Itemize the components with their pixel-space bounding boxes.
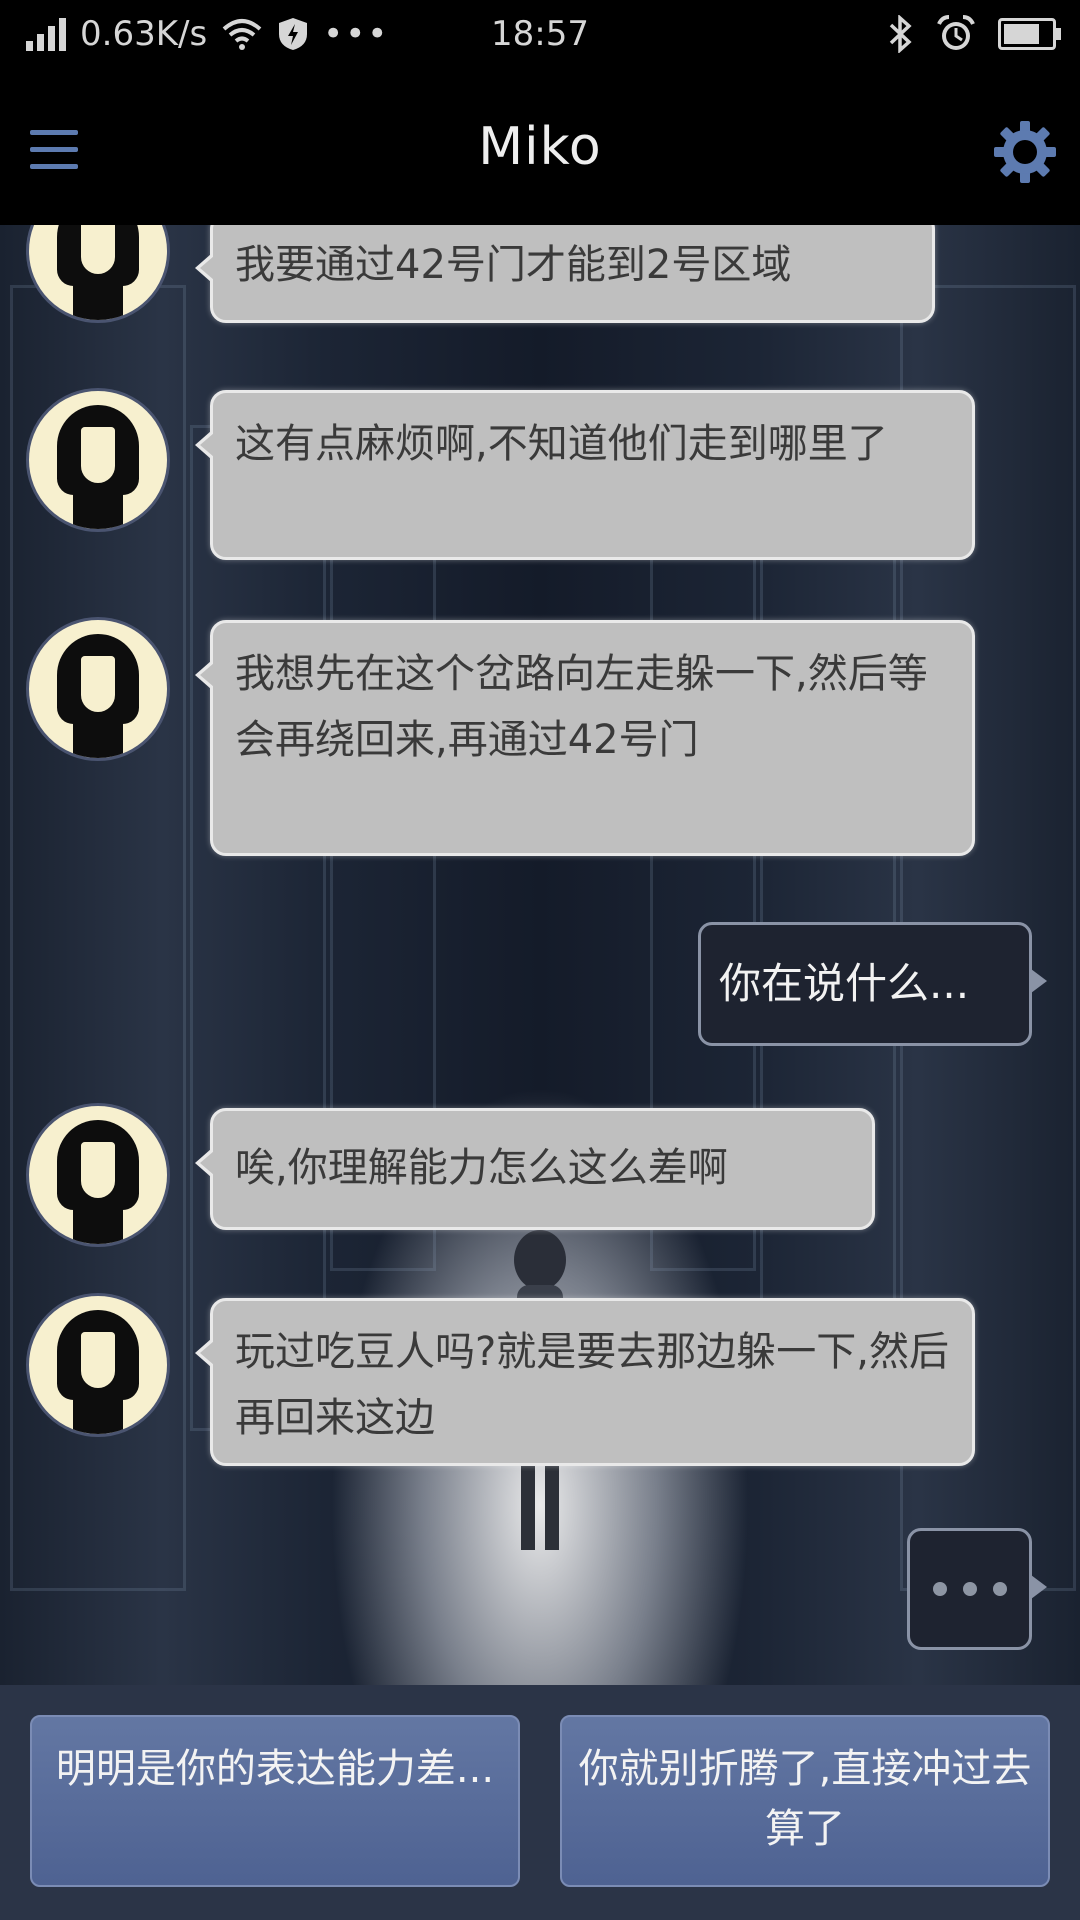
- message-text: 你在说什么...: [719, 959, 970, 1008]
- message-bubble: 唉,你理解能力怎么这么差啊: [195, 1108, 875, 1230]
- status-time: 18:57: [491, 14, 589, 54]
- alarm-icon: [937, 15, 975, 50]
- message-text: 这有点麻烦啊,不知道他们走到哪里了: [235, 421, 888, 467]
- chat-area[interactable]: 我要通过42号门才能到2号区域 这有点麻烦啊,不知道他们走到哪里了 我想先在这个…: [0, 225, 1080, 1685]
- reply-option-button[interactable]: 明明是你的表达能力差...: [30, 1715, 520, 1887]
- message-bubble: 我要通过42号门才能到2号区域: [195, 225, 935, 323]
- avatar[interactable]: [26, 1293, 170, 1437]
- reply-option-label: 明明是你的表达能力差...: [55, 1746, 495, 1792]
- message-text: 我要通过42号门才能到2号区域: [235, 242, 792, 288]
- avatar[interactable]: [26, 1103, 170, 1247]
- bluetooth-icon: [889, 15, 912, 53]
- message-text: 唉,你理解能力怎么这么差啊: [235, 1145, 728, 1191]
- reply-option-button[interactable]: 你就别折腾了,直接冲过去算了: [560, 1715, 1050, 1887]
- message-bubble: 你在说什么...: [698, 922, 1047, 1046]
- message-text: 我想先在这个岔路向左走躲一下,然后等会再绕回来,再通过42号门: [235, 651, 928, 763]
- message-bubble: 玩过吃豆人吗?就是要去那边躲一下,然后再回来这边: [195, 1298, 975, 1466]
- background-building: [190, 425, 326, 1431]
- battery-icon: [998, 18, 1061, 50]
- gear-icon[interactable]: [992, 119, 1058, 185]
- app-header: Miko: [0, 75, 1080, 225]
- reply-options: 明明是你的表达能力差... 你就别折腾了,直接冲过去算了: [0, 1685, 1080, 1920]
- avatar[interactable]: [26, 388, 170, 532]
- reply-option-label: 你就别折腾了,直接冲过去算了: [578, 1746, 1032, 1852]
- avatar[interactable]: [26, 617, 170, 761]
- page-title: Miko: [478, 117, 602, 177]
- message-bubble: 这有点麻烦啊,不知道他们走到哪里了: [195, 390, 975, 560]
- typing-indicator: [907, 1528, 1047, 1650]
- message-text: 玩过吃豆人吗?就是要去那边躲一下,然后再回来这边: [235, 1329, 949, 1441]
- status-bar: 0.63K/s ••• 18:57: [0, 0, 1080, 75]
- message-bubble: 我想先在这个岔路向左走躲一下,然后等会再绕回来,再通过42号门: [195, 620, 975, 856]
